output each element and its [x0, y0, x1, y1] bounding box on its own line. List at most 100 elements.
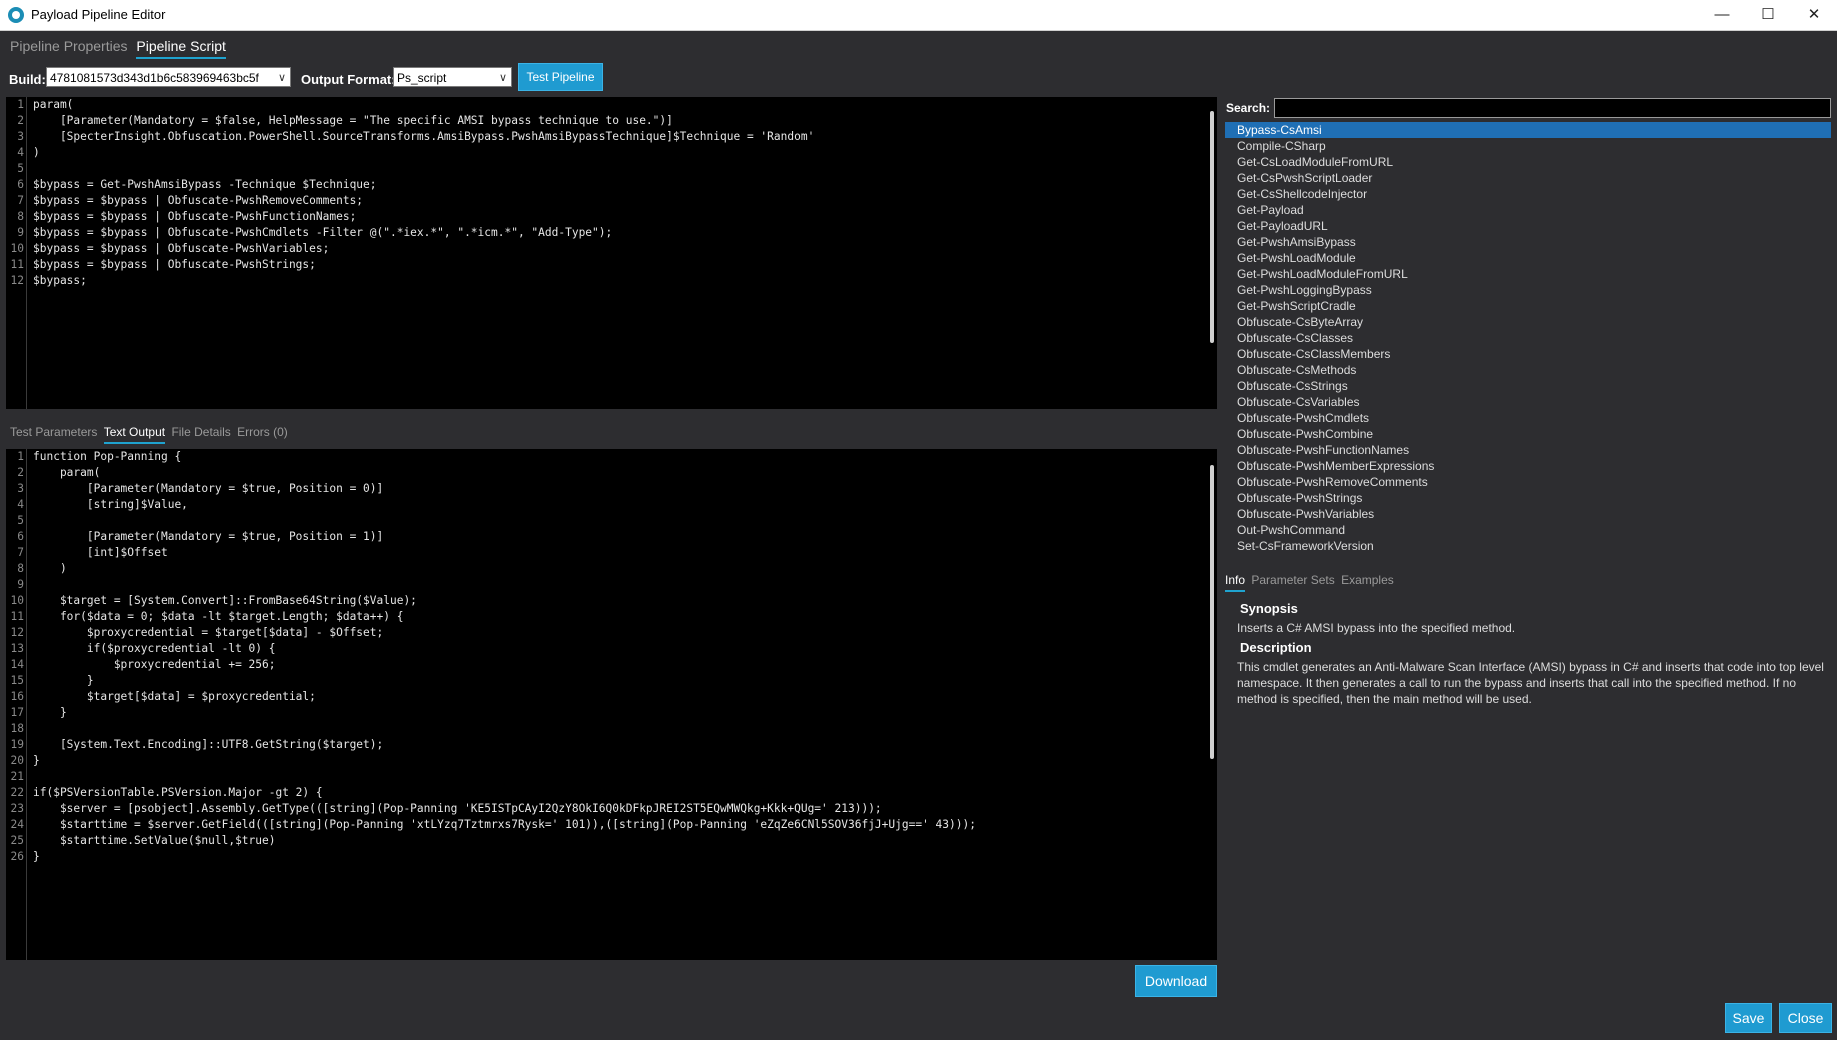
synopsis-text: Inserts a C# AMSI bypass into the specif…	[1237, 621, 1516, 635]
code-line: $bypass = Get-PwshAmsiBypass -Technique …	[33, 178, 377, 191]
code-line: $bypass = $bypass | Obfuscate-PwshFuncti…	[33, 210, 357, 223]
cmdlet-item[interactable]: Obfuscate-PwshRemoveComments	[1225, 474, 1831, 490]
app-icon	[8, 7, 24, 23]
code-line: param(	[33, 466, 101, 479]
search-label: Search:	[1226, 101, 1271, 115]
code-line: if($PSVersionTable.PSVersion.Major -gt 2…	[33, 786, 323, 799]
output-format-value: Ps_script	[397, 71, 447, 85]
output-format-select[interactable]: Ps_script ∨	[393, 67, 512, 87]
code-line: }	[33, 754, 40, 767]
cmdlet-item[interactable]: Obfuscate-PwshFunctionNames	[1225, 442, 1831, 458]
cmdlet-item[interactable]: Get-CsLoadModuleFromURL	[1225, 154, 1831, 170]
script-line-numbers: 1 2 3 4 5 6 7 8 9 10 11 12	[6, 97, 27, 409]
tab-info[interactable]: Info	[1225, 573, 1246, 592]
cmdlet-item[interactable]: Get-Payload	[1225, 202, 1831, 218]
script-editor[interactable]: 1 2 3 4 5 6 7 8 9 10 11 12 param( [Parameter(Mandat…	[6, 97, 1217, 409]
code-line: $bypass = $bypass | Obfuscate-PwshCmdlet…	[33, 226, 613, 239]
tab-test-parameters[interactable]: Test Parameters	[10, 425, 97, 442]
code-line: }	[33, 850, 40, 863]
output-format-label: Output Format:	[301, 72, 396, 87]
cmdlet-item[interactable]: Obfuscate-CsStrings	[1225, 378, 1831, 394]
cmdlet-item[interactable]: Get-CsPwshScriptLoader	[1225, 170, 1831, 186]
tab-file-details[interactable]: File Details	[171, 425, 230, 442]
test-pipeline-button[interactable]: Test Pipeline	[518, 63, 603, 91]
code-line: [Parameter(Mandatory = $true, Position =…	[33, 482, 384, 495]
cmdlet-item[interactable]: Compile-CSharp	[1225, 138, 1831, 154]
maximize-button[interactable]: ☐	[1745, 0, 1791, 30]
save-button[interactable]: Save	[1725, 1003, 1772, 1033]
code-line: [System.Text.Encoding]::UTF8.GetString($…	[33, 738, 384, 751]
code-line: for($data = 0; $data -lt $target.Length;…	[33, 610, 404, 623]
code-line: [string]$Value,	[33, 498, 188, 511]
cmdlet-item[interactable]: Obfuscate-CsByteArray	[1225, 314, 1831, 330]
title-bar: Payload Pipeline Editor — ☐ ✕	[0, 0, 1837, 31]
cmdlet-item[interactable]: Obfuscate-PwshCmdlets	[1225, 410, 1831, 426]
code-line: $server = [psobject].Assembly.GetType(([…	[33, 802, 882, 815]
cmdlet-item[interactable]: Out-PwshCommand	[1225, 522, 1831, 538]
tab-errors[interactable]: Errors (0)	[237, 425, 288, 442]
output-code: function Pop-Panning { param( [Parameter…	[33, 449, 976, 865]
cmdlet-item[interactable]: Get-CsShellcodeInjector	[1225, 186, 1831, 202]
code-line: $starttime.SetValue($null,$true)	[33, 834, 276, 847]
script-code: param( [Parameter(Mandatory = $false, He…	[33, 97, 814, 289]
output-tabs: Test Parameters Text Output File Details…	[10, 425, 291, 444]
tab-examples[interactable]: Examples	[1341, 573, 1394, 590]
tab-text-output[interactable]: Text Output	[103, 425, 166, 444]
cmdlet-item[interactable]: Bypass-CsAmsi	[1225, 122, 1831, 138]
cmdlet-item[interactable]: Obfuscate-CsClasses	[1225, 330, 1831, 346]
cmdlet-item[interactable]: Obfuscate-CsMethods	[1225, 362, 1831, 378]
synopsis-heading: Synopsis	[1240, 601, 1298, 616]
build-select[interactable]: 4781081573d343d1b6c583969463bc5f ∨	[46, 67, 291, 87]
code-line: )	[33, 146, 40, 159]
cmdlet-item[interactable]: Get-PwshAmsiBypass	[1225, 234, 1831, 250]
code-line: [SpecterInsight.Obfuscation.PowerShell.S…	[33, 130, 815, 143]
code-line: function Pop-Panning {	[33, 450, 182, 463]
cmdlet-item[interactable]: Get-PwshLoggingBypass	[1225, 282, 1831, 298]
close-button[interactable]: Close	[1779, 1003, 1832, 1033]
tab-parameter-sets[interactable]: Parameter Sets	[1251, 573, 1334, 590]
minimize-button[interactable]: —	[1699, 0, 1745, 30]
main-tabs: Pipeline Properties Pipeline Script	[10, 38, 231, 59]
output-line-numbers: 1 2 3 4 5 6 7 8 9 10 11 12 13 14 15 16 17 18 19 20 21 22 23 24…	[6, 449, 27, 960]
cmdlet-item[interactable]: Get-PwshLoadModuleFromURL	[1225, 266, 1831, 282]
close-window-button[interactable]: ✕	[1791, 0, 1837, 30]
cmdlet-item[interactable]: Obfuscate-PwshVariables	[1225, 506, 1831, 522]
build-select-value: 4781081573d343d1b6c583969463bc5f	[50, 71, 259, 85]
output-scrollbar[interactable]	[1210, 465, 1214, 759]
cmdlet-item[interactable]: Obfuscate-CsClassMembers	[1225, 346, 1831, 362]
description-text: This cmdlet generates an Anti-Malware Sc…	[1237, 660, 1824, 706]
cmdlet-item[interactable]: Get-PayloadURL	[1225, 218, 1831, 234]
code-line: $proxycredential += 256;	[33, 658, 276, 671]
code-line: $proxycredential = $target[$data] - $Off…	[33, 626, 384, 639]
code-line: [Parameter(Mandatory = $false, HelpMessa…	[33, 114, 673, 127]
chevron-down-icon: ∨	[498, 72, 507, 84]
tab-pipeline-script[interactable]: Pipeline Script	[136, 38, 226, 59]
download-button[interactable]: Download	[1135, 965, 1217, 997]
cmdlet-item[interactable]: Obfuscate-PwshCombine	[1225, 426, 1831, 442]
cmdlet-item[interactable]: Obfuscate-CsVariables	[1225, 394, 1831, 410]
code-line: [Parameter(Mandatory = $true, Position =…	[33, 530, 384, 543]
search-input[interactable]	[1274, 98, 1831, 118]
text-output-viewer[interactable]: 1 2 3 4 5 6 7 8 9 10 11 12 13 14 15 16 17 18 19 20 21 22 23 24…	[6, 449, 1217, 960]
tab-pipeline-properties[interactable]: Pipeline Properties	[10, 38, 128, 57]
code-line: $starttime = $server.GetField(([string](…	[33, 818, 976, 831]
cmdlet-item[interactable]: Obfuscate-PwshMemberExpressions	[1225, 458, 1831, 474]
code-line: if($proxycredential -lt 0) {	[33, 642, 276, 655]
code-line: )	[33, 562, 67, 575]
description-heading: Description	[1240, 640, 1312, 655]
code-line: $bypass = $bypass | Obfuscate-PwshRemove…	[33, 194, 364, 207]
code-line: $bypass;	[33, 274, 87, 287]
code-line: param(	[33, 98, 74, 111]
cmdlet-item[interactable]: Get-PwshLoadModule	[1225, 250, 1831, 266]
window-title: Payload Pipeline Editor	[31, 7, 166, 22]
cmdlet-item[interactable]: Get-PwshScriptCradle	[1225, 298, 1831, 314]
build-label: Build:	[9, 72, 46, 87]
cmdlet-item[interactable]: Set-CsFrameworkVersion	[1225, 538, 1831, 554]
script-scrollbar[interactable]	[1210, 111, 1214, 343]
cmdlet-item[interactable]: Obfuscate-PwshStrings	[1225, 490, 1831, 506]
